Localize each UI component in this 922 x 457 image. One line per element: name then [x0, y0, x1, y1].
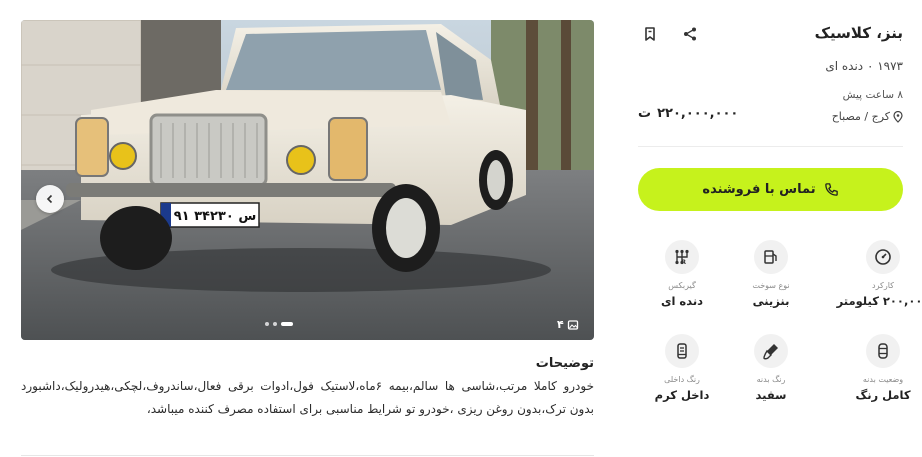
gallery-prev-button[interactable] [36, 185, 64, 213]
photo-count: ۴ [557, 318, 564, 331]
toman-symbol: ت [638, 106, 652, 121]
gallery-dot-active[interactable] [281, 322, 293, 326]
posted-time: ۸ ساعت پیش [842, 89, 903, 101]
listing-info-panel: بنز، کلاسیک ۱۹۷۳ ٠ دنده ای ۸ ساعت پیش کر… [637, 0, 922, 457]
listing-actions [640, 24, 700, 44]
chevron-left-icon [46, 194, 53, 204]
price-value: ۲۲۰,۰۰۰,۰۰۰ [657, 106, 739, 121]
gallery-dot[interactable] [273, 322, 277, 326]
contact-seller-label: تماس با فروشنده [702, 182, 816, 197]
location-pin-icon [893, 110, 903, 123]
speedometer-icon [866, 240, 900, 274]
car-seat-icon [665, 334, 699, 368]
spec-value: بنزینی [752, 294, 790, 308]
spec-label: رنگ داخلی [664, 375, 700, 384]
photo-gallery[interactable]: ۹۱ س ۳۴۲۳۰ [21, 20, 594, 340]
phone-icon [824, 183, 838, 196]
spec-mileage: کارکرد ۲۰۰,۰۰۰ کیلومتر [836, 240, 922, 308]
location-text: کرج / مصباح [831, 110, 890, 123]
spec-label: گیربکس [668, 281, 696, 290]
listing-price: ۲۲۰,۰۰۰,۰۰۰ ت [638, 106, 738, 121]
spec-body-condition: وضعیت بدنه کامل رنگ [838, 334, 922, 402]
spec-label: وضعیت بدنه [862, 375, 904, 384]
spec-label: نوع سوخت [752, 281, 790, 290]
description-heading: توضیحات [535, 356, 594, 371]
spec-value: سفید [755, 388, 787, 402]
spec-fuel: نوع سوخت بنزینی [726, 240, 816, 308]
images-icon [567, 319, 578, 330]
paint-brush-icon [754, 334, 788, 368]
share-icon [684, 27, 696, 41]
spec-interior-color: رنگ داخلی داخل کرم [637, 334, 727, 402]
car-body-icon [866, 334, 900, 368]
spec-gearbox: R گیربکس دنده ای [637, 240, 727, 308]
license-plate: ۹۱ س ۳۴۲۳۰ [174, 209, 257, 224]
gallery-dots [265, 322, 293, 326]
gallery-dot[interactable] [265, 322, 269, 326]
share-button[interactable] [680, 24, 700, 44]
contact-seller-button[interactable]: تماس با فروشنده [638, 168, 903, 211]
listing-subtitle: ۱۹۷۳ ٠ دنده ای [825, 59, 903, 73]
spec-body-color: رنگ بدنه سفید [726, 334, 816, 402]
photo-count-badge[interactable]: ۴ [557, 318, 579, 331]
divider [638, 146, 903, 147]
spec-label: کارکرد [872, 281, 894, 290]
spec-value: دنده ای [660, 294, 704, 308]
listing-location: کرج / مصباح [832, 110, 903, 123]
car-photo: ۹۱ س ۳۴۲۳۰ [21, 20, 594, 340]
spec-value: داخل کرم [654, 388, 710, 402]
spec-label: رنگ بدنه [756, 375, 786, 384]
gearbox-icon: R [665, 240, 699, 274]
listing-title: بنز، کلاسیک [814, 24, 903, 42]
spec-value: ۲۰۰,۰۰۰ کیلومتر [836, 294, 922, 308]
svg-text:R: R [681, 259, 686, 266]
bookmark-icon [645, 27, 655, 41]
fuel-pump-icon [754, 240, 788, 274]
divider [21, 455, 594, 456]
description-text: خودرو کاملا مرتب،شاسی ها سالم،بیمه ۶ماه،… [21, 379, 595, 416]
spec-value: کامل رنگ [855, 388, 911, 402]
bookmark-button[interactable] [640, 24, 660, 44]
